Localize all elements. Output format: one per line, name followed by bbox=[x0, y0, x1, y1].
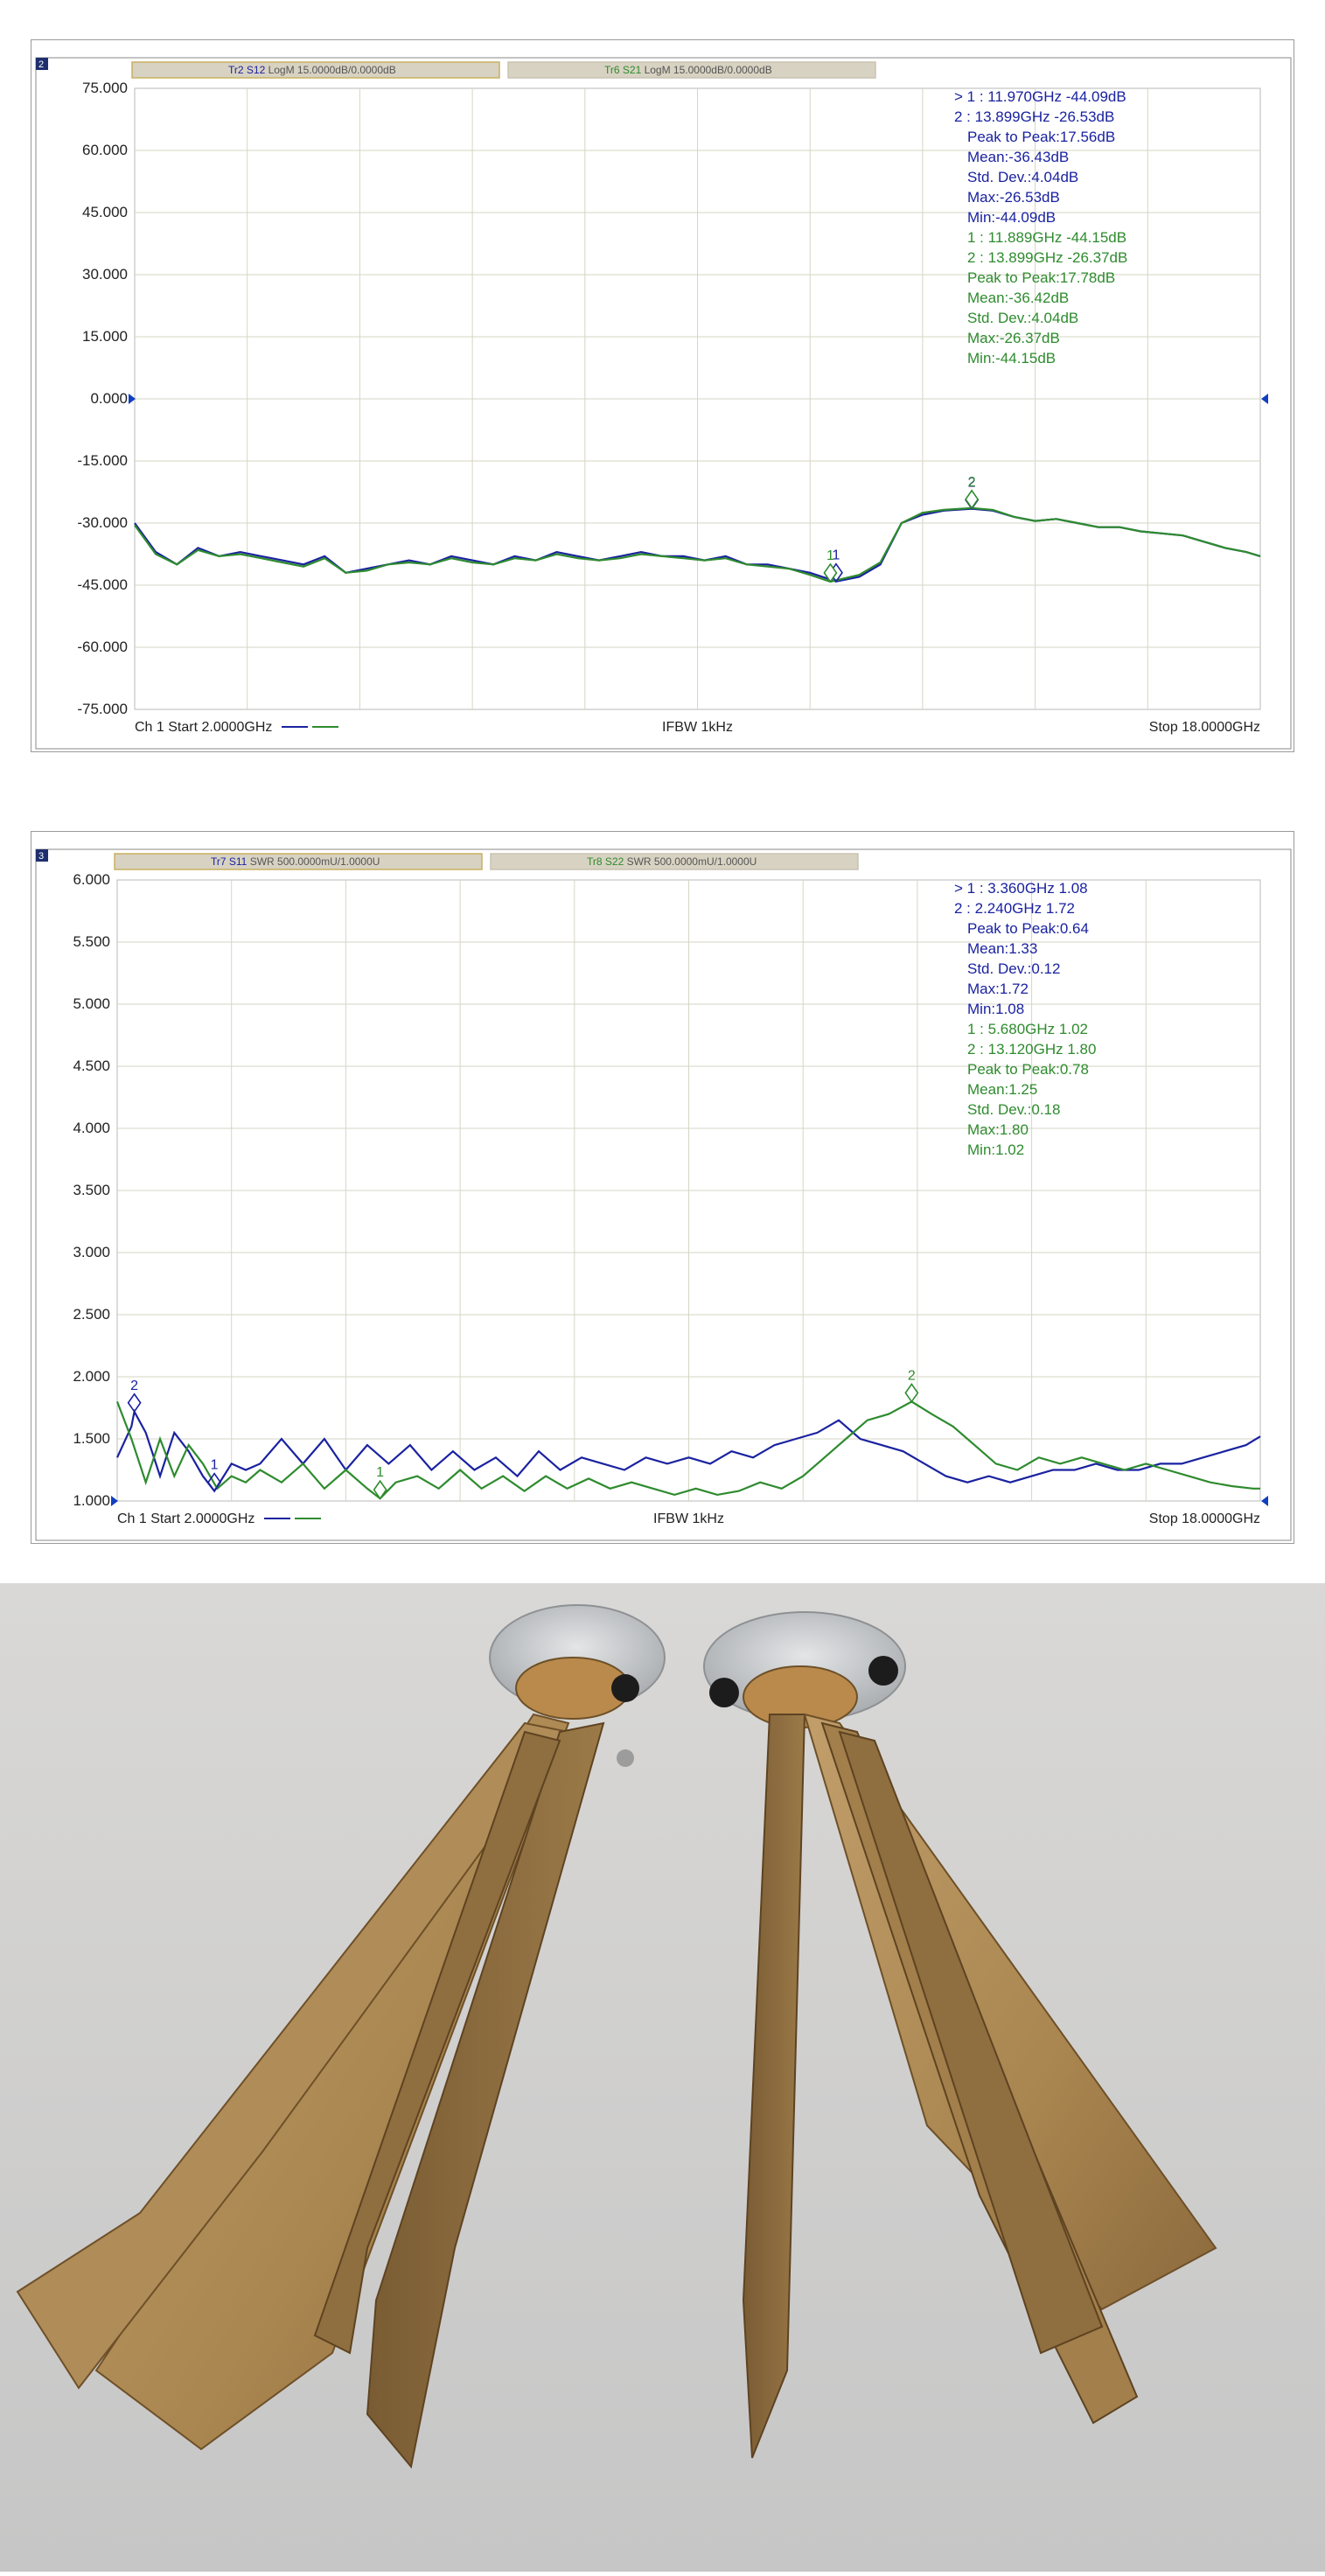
y-tick-label: 1.000 bbox=[73, 1492, 110, 1509]
readout-green-line: 2 : 13.120GHz 1.80 bbox=[967, 1041, 1096, 1058]
trace-name: Tr6 S21 bbox=[604, 64, 645, 76]
y-tick-label: 0.000 bbox=[90, 390, 128, 407]
y-tick-label: 1.500 bbox=[73, 1430, 110, 1447]
readout-blue-line: > 1 : 11.970GHz -44.09dB bbox=[954, 88, 1126, 105]
readout-blue-line: Max:-26.53dB bbox=[967, 189, 1060, 206]
marker-diamond bbox=[904, 1383, 919, 1403]
readout-blue-line: 2 : 2.240GHz 1.72 bbox=[954, 900, 1075, 917]
y-tick-label: 2.500 bbox=[73, 1306, 110, 1323]
trace-tab-label: Tr8 S22 SWR 500.0000mU/1.0000U bbox=[587, 855, 757, 868]
readout-green-line: 2 : 13.899GHz -26.37dB bbox=[967, 249, 1127, 266]
ridged-horn-antennas-image bbox=[0, 1583, 1325, 2572]
y-tick-label: -30.000 bbox=[77, 514, 128, 531]
readout-green-line: 1 : 11.889GHz -44.15dB bbox=[967, 229, 1126, 246]
footer-ifbw: IFBW 1kHz bbox=[653, 1511, 724, 1526]
trace-tab-label: Tr6 S21 LogM 15.0000dB/0.0000dB bbox=[604, 64, 772, 76]
readout-blue-line: Std. Dev.:0.12 bbox=[967, 960, 1060, 977]
antenna-photo bbox=[0, 1583, 1325, 2572]
trace-format: SWR 500.0000mU/1.0000U bbox=[627, 855, 757, 868]
readout-green-line: Min:-44.15dB bbox=[967, 350, 1056, 367]
trace-format: LogM 15.0000dB/0.0000dB bbox=[645, 64, 772, 76]
marker-label: 2 bbox=[968, 475, 976, 490]
trace-name: Tr2 S12 bbox=[228, 64, 268, 76]
footer-start: Ch 1 Start 2.0000GHz bbox=[117, 1511, 255, 1526]
readout-green-line: Mean:-36.42dB bbox=[967, 290, 1069, 306]
y-tick-label: 15.000 bbox=[82, 328, 128, 345]
inner-frame bbox=[35, 848, 1292, 1541]
readout-blue-line: 2 : 13.899GHz -26.53dB bbox=[954, 108, 1114, 125]
y-tick-label: 4.500 bbox=[73, 1058, 110, 1074]
y-tick-label: -45.000 bbox=[77, 576, 128, 593]
readout-green-line: Std. Dev.:4.04dB bbox=[967, 310, 1078, 326]
readout-blue-line: Std. Dev.:4.04dB bbox=[967, 169, 1078, 185]
chart-s12-s21: 2 Tr2 S12 LogM 15.0000dB/0.0000dB Tr6 S21 … bbox=[35, 57, 1292, 750]
readout-green-line: Min:1.02 bbox=[967, 1141, 1024, 1158]
ref-arrow-right bbox=[1261, 394, 1268, 404]
chart-panel-s12-s21: 2 Tr2 S12 LogM 15.0000dB/0.0000dB Tr6 S21 … bbox=[31, 39, 1294, 752]
readout-green-line: Peak to Peak:17.78dB bbox=[967, 269, 1115, 286]
y-tick-label: -60.000 bbox=[77, 639, 128, 655]
y-tick-label: 4.000 bbox=[73, 1120, 110, 1136]
y-tick-label: -75.000 bbox=[77, 701, 128, 717]
trace-name: Tr7 S11 bbox=[211, 855, 250, 868]
y-tick-label: 5.000 bbox=[73, 995, 110, 1012]
y-tick-label: 3.000 bbox=[73, 1244, 110, 1260]
readout-blue-line: Min:-44.09dB bbox=[967, 209, 1056, 226]
readout-blue-line: > 1 : 3.360GHz 1.08 bbox=[954, 880, 1088, 897]
trace-tab-label: Tr2 S12 LogM 15.0000dB/0.0000dB bbox=[228, 64, 396, 76]
footer-ifbw: IFBW 1kHz bbox=[662, 720, 733, 735]
marker-label: 2 bbox=[908, 1368, 916, 1383]
y-tick-label: 6.000 bbox=[73, 871, 110, 888]
chart-swr: 3 Tr7 S11 SWR 500.0000mU/1.0000U Tr8 S22 S… bbox=[35, 848, 1292, 1541]
trace-tab-label: Tr7 S11 SWR 500.0000mU/1.0000U bbox=[211, 855, 380, 868]
y-tick-label: 30.000 bbox=[82, 266, 128, 283]
trace-format: LogM 15.0000dB/0.0000dB bbox=[268, 64, 396, 76]
readout-green-line: Max:1.80 bbox=[967, 1121, 1029, 1138]
inner-frame bbox=[35, 57, 1292, 750]
marker-diamond bbox=[965, 489, 980, 510]
readout-green-line: Std. Dev.:0.18 bbox=[967, 1101, 1060, 1118]
marker-diamond bbox=[127, 1393, 142, 1414]
readout-blue-line: Max:1.72 bbox=[967, 981, 1029, 997]
footer-stop: Stop 18.0000GHz bbox=[1149, 1511, 1260, 1526]
marker-label: 2 bbox=[130, 1379, 138, 1393]
chart-panel-swr: 3 Tr7 S11 SWR 500.0000mU/1.0000U Tr8 S22 S… bbox=[31, 831, 1294, 1544]
readout-blue-line: Mean:-36.43dB bbox=[967, 149, 1069, 165]
y-tick-label: -15.000 bbox=[77, 452, 128, 469]
marker-label: 1 bbox=[376, 1465, 384, 1480]
readout-blue-line: Mean:1.33 bbox=[967, 940, 1037, 957]
readout-blue-line: Min:1.08 bbox=[967, 1001, 1024, 1017]
readout-blue-line: Peak to Peak:0.64 bbox=[967, 920, 1089, 937]
window-number: 3 bbox=[38, 851, 44, 862]
ref-arrow-right bbox=[1261, 1496, 1268, 1506]
window-number: 2 bbox=[38, 59, 44, 70]
readout-green-line: 1 : 5.680GHz 1.02 bbox=[967, 1021, 1088, 1037]
y-tick-label: 2.000 bbox=[73, 1368, 110, 1385]
trace-format: SWR 500.0000mU/1.0000U bbox=[250, 855, 380, 868]
y-tick-label: 45.000 bbox=[82, 204, 128, 220]
y-tick-label: 75.000 bbox=[82, 80, 128, 96]
readout-green-line: Peak to Peak:0.78 bbox=[967, 1061, 1089, 1078]
readout-green-line: Mean:1.25 bbox=[967, 1081, 1037, 1098]
footer-stop: Stop 18.0000GHz bbox=[1149, 720, 1260, 735]
y-tick-label: 60.000 bbox=[82, 142, 128, 158]
marker-label: 1 bbox=[211, 1458, 219, 1473]
readout-blue-line: Peak to Peak:17.56dB bbox=[967, 129, 1115, 145]
y-tick-label: 3.500 bbox=[73, 1182, 110, 1198]
y-tick-label: 5.500 bbox=[73, 933, 110, 950]
readout-green-line: Max:-26.37dB bbox=[967, 330, 1060, 346]
trace-name: Tr8 S22 bbox=[587, 855, 627, 868]
marker-label: 1 bbox=[826, 548, 834, 563]
footer-start: Ch 1 Start 2.0000GHz bbox=[135, 720, 272, 735]
